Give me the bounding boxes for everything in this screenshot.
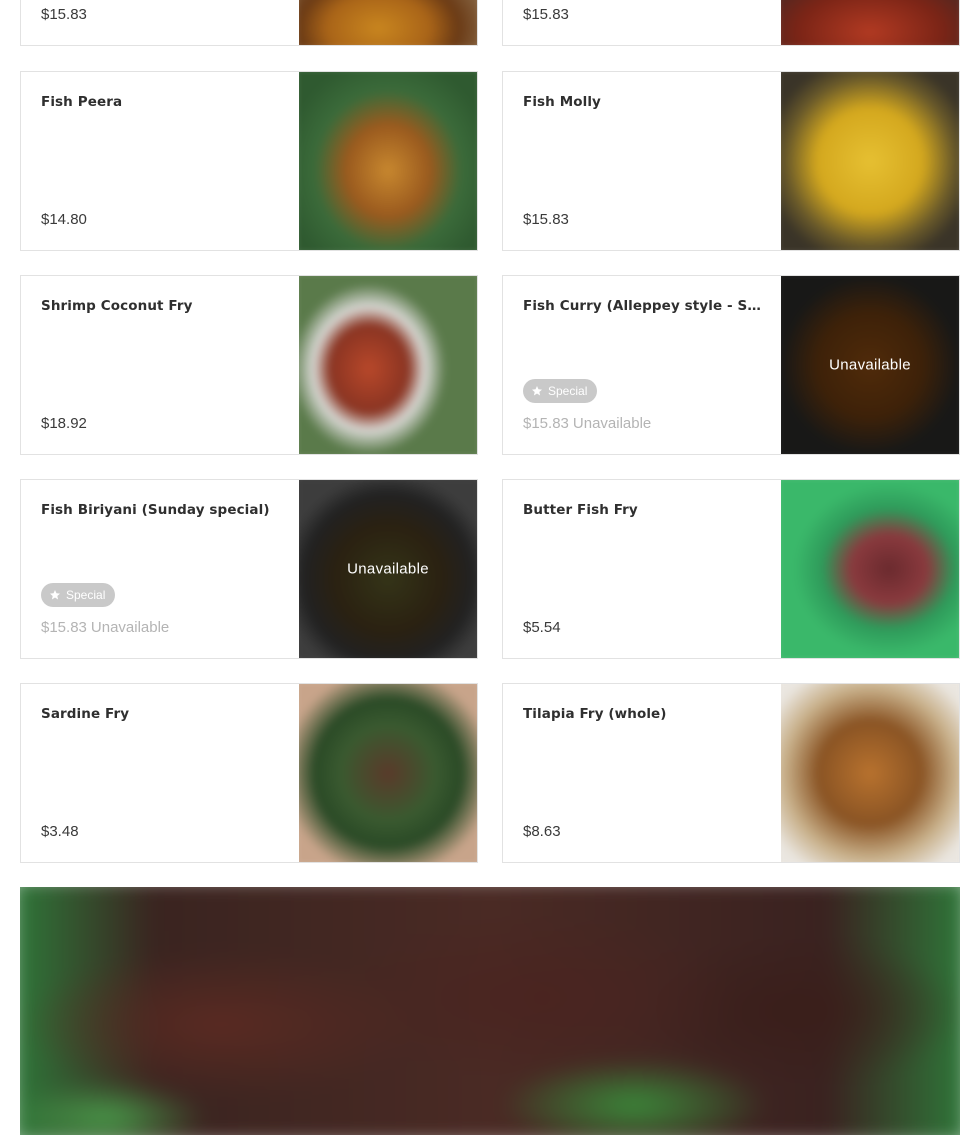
red-curry-dish-photo (781, 0, 959, 45)
star-icon (50, 590, 60, 600)
menu-item-price: $15.83 (523, 211, 569, 228)
menu-item-name: Fish Biriyani (Sunday special) (41, 502, 270, 518)
star-icon (532, 386, 542, 396)
butter-fish-fry-photo (781, 480, 959, 658)
menu-item-price: $14.80 (41, 211, 87, 228)
menu-item-price: $15.83 (41, 6, 87, 23)
menu-item-price: $3.48 (41, 823, 79, 840)
menu-item-card[interactable]: $15.83 (502, 0, 960, 46)
fish-curry-photo: Unavailable (781, 276, 959, 454)
menu-item-card[interactable]: Shrimp Coconut Fry $18.92 (20, 275, 478, 455)
menu-item-card[interactable]: Fish Molly $15.83 (502, 71, 960, 251)
menu-item-name: Sardine Fry (41, 706, 130, 722)
menu-item-price: $5.54 (523, 619, 561, 636)
fish-peera-photo (299, 72, 477, 250)
menu-item-price: $8.63 (523, 823, 561, 840)
fried-fish-banner-photo (20, 887, 960, 1135)
unavailable-label: Unavailable (572, 415, 652, 432)
menu-item-price: $15.83 Unavailable (523, 415, 652, 432)
sardine-fry-photo (299, 684, 477, 862)
fish-molly-photo (781, 72, 959, 250)
menu-item-price: $18.92 (41, 415, 87, 432)
special-badge: Special (523, 379, 598, 403)
menu-item-name: Fish Curry (Alleppey style - Sunday spec… (523, 298, 769, 314)
special-badge: Special (41, 583, 116, 607)
menu-item-card[interactable]: Fish Biriyani (Sunday special) Special $… (20, 479, 478, 659)
menu-item-price: $15.83 Unavailable (41, 619, 170, 636)
menu-item-name: Butter Fish Fry (523, 502, 638, 518)
menu-item-card[interactable]: $15.83 (20, 0, 478, 46)
biryani-dish-photo (299, 0, 477, 45)
fish-biriyani-photo: Unavailable (299, 480, 477, 658)
menu-item-card[interactable]: Butter Fish Fry $5.54 (502, 479, 960, 659)
menu-item-name: Fish Molly (523, 94, 601, 110)
menu-item-name: Fish Peera (41, 94, 123, 110)
menu-item-name: Shrimp Coconut Fry (41, 298, 193, 314)
image-unavailable-label: Unavailable (829, 356, 911, 374)
image-unavailable-label: Unavailable (347, 560, 429, 578)
menu-item-card[interactable]: Fish Peera $14.80 (20, 71, 478, 251)
menu-item-card[interactable]: Sardine Fry $3.48 (20, 683, 478, 863)
menu-item-card[interactable]: Fish Curry (Alleppey style - Sunday spec… (502, 275, 960, 455)
unavailable-label: Unavailable (90, 619, 170, 636)
tilapia-fry-photo (781, 684, 959, 862)
menu-item-card[interactable]: Tilapia Fry (whole) $8.63 (502, 683, 960, 863)
shrimp-coconut-fry-photo (299, 276, 477, 454)
menu-item-price: $15.83 (523, 6, 569, 23)
menu-item-name: Tilapia Fry (whole) (523, 706, 667, 722)
